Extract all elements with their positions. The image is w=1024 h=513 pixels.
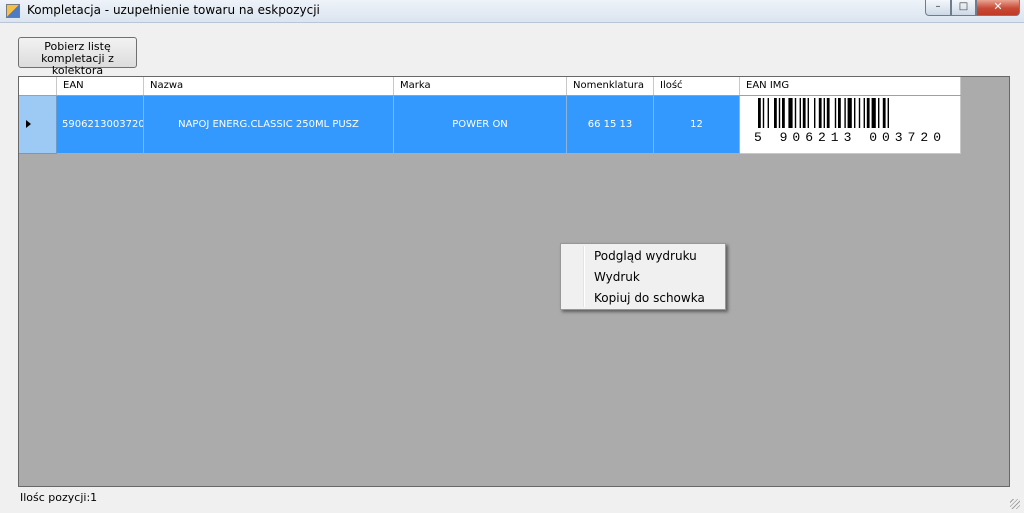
grid-header: EAN Nazwa Marka Nomenklatura Ilość EAN I… [19, 77, 961, 96]
menu-item-copy-to-clipboard[interactable]: Kopiuj do schowka [594, 288, 705, 308]
barcode-bar [782, 98, 785, 128]
column-header-ean[interactable]: EAN [57, 77, 144, 95]
cell-marka[interactable]: POWER ON [394, 96, 567, 154]
barcode-bar [866, 98, 870, 128]
barcode-bar [834, 98, 837, 128]
barcode-bar [882, 98, 886, 128]
menu-item-print[interactable]: Wydruk [594, 267, 640, 287]
barcode-bar [762, 98, 765, 128]
barcode-bar [767, 98, 769, 128]
column-header-ilosc[interactable]: Ilość [654, 77, 740, 95]
cell-ean[interactable]: 5906213003720 [57, 96, 144, 154]
context-menu: Podgląd wydruku Wydruk Kopiuj do schowka [560, 243, 726, 310]
fetch-button-label-line2: kompletacji z kolektora [41, 52, 114, 77]
row-selector[interactable] [19, 96, 57, 154]
barcode-bar [844, 98, 846, 128]
context-menu-gutter [583, 246, 585, 307]
barcode-bar [818, 98, 822, 128]
barcode-bar [807, 98, 809, 128]
data-grid[interactable]: EAN Nazwa Marka Nomenklatura Ilość EAN I… [18, 76, 1010, 487]
table-row[interactable]: 5906213003720 NAPOJ ENERG.CLASSIC 250ML … [19, 96, 961, 154]
barcode-bar [758, 98, 761, 128]
barcode-bar [858, 98, 861, 128]
cell-ean-img[interactable]: 5 906213 003720 [740, 96, 961, 154]
barcode-bar [778, 98, 781, 128]
barcode-image: 5 906213 003720 [754, 98, 946, 145]
barcode-bar [802, 98, 806, 128]
column-header-nomenklatura[interactable]: Nomenklatura [567, 77, 654, 95]
barcode-bar [814, 98, 816, 128]
barcode-bar [838, 98, 841, 128]
app-icon [6, 4, 20, 18]
menu-item-print-preview[interactable]: Podgląd wydruku [594, 246, 697, 266]
resize-grip[interactable] [1010, 499, 1020, 509]
current-row-arrow-icon [26, 120, 31, 128]
minimize-button[interactable]: – [925, 0, 951, 16]
fetch-picking-list-button[interactable]: Pobierz listę kompletacji z kolektora [18, 37, 137, 77]
cell-ilosc[interactable]: 12 [654, 96, 740, 154]
column-header-nazwa[interactable]: Nazwa [144, 77, 394, 95]
barcode-bar [847, 98, 852, 128]
barcode-bar [774, 98, 777, 128]
barcode-bar [788, 98, 793, 128]
cell-nazwa[interactable]: NAPOJ ENERG.CLASSIC 250ML PUSZ [144, 96, 394, 154]
column-header-marka[interactable]: Marka [394, 77, 567, 95]
cell-nomenklatura[interactable]: 66 15 13 [567, 96, 654, 154]
barcode-bars [758, 98, 889, 128]
barcode-bar [871, 98, 876, 128]
barcode-bar [863, 98, 865, 128]
window-title: Kompletacja - uzupełnienie towaru na esk… [27, 3, 320, 17]
barcode-bar [823, 98, 825, 128]
barcode-bar [887, 98, 889, 128]
row-header-corner [19, 77, 57, 95]
barcode-bar [794, 98, 797, 128]
barcode-bar [878, 98, 880, 128]
barcode-digits: 5 906213 003720 [754, 130, 946, 145]
barcode-bar [854, 98, 856, 128]
barcode-bar [799, 98, 801, 128]
column-header-ean-img[interactable]: EAN IMG [740, 77, 961, 95]
title-bar: Kompletacja - uzupełnienie towaru na esk… [0, 0, 1024, 23]
maximize-button[interactable]: □ [951, 0, 976, 16]
item-count-label: Ilośc pozycji:1 [20, 491, 98, 504]
close-button[interactable]: ✕ [976, 0, 1020, 16]
barcode-bar [826, 98, 830, 128]
